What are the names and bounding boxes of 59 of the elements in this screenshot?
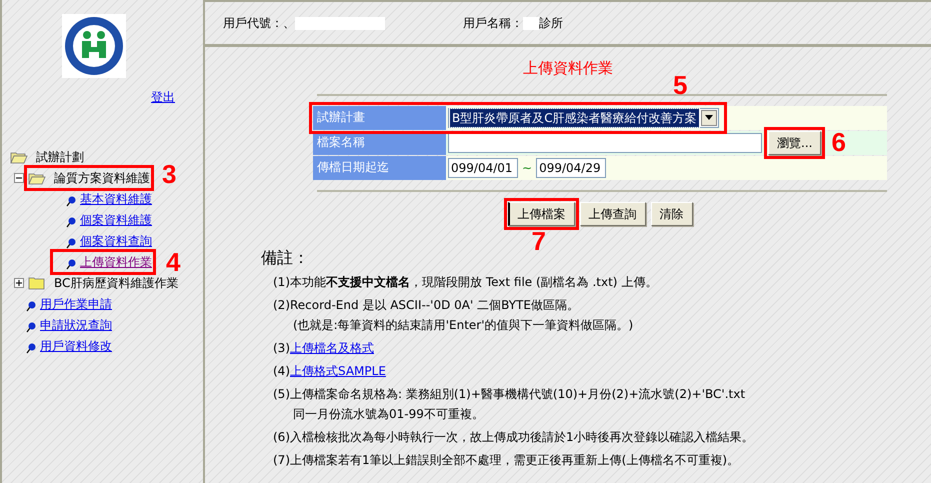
callout-number: 3 (162, 160, 176, 186)
tree-link[interactable]: 用戶資料修改 (40, 336, 112, 354)
note-text: (也就是:每筆資料的結束請用'Enter'的值與下一筆資料做區隔。) (292, 316, 634, 334)
tree-folder-label[interactable]: BC肝病歷資料維護作業 (54, 274, 178, 292)
note-text: (5)上傳檔案命名規格為: 業務組別(1)+醫事機構代號(10)+月份(2)+流水號(2)+'BC'.txt (273, 386, 746, 402)
tree-folder-label[interactable]: 試辦計劃 (36, 148, 84, 166)
pin-icon (66, 194, 76, 206)
plan-dropdown[interactable]: B型肝炎帶原者及C肝感染者醫療給付改善方案 (448, 108, 719, 128)
note-number: (3) (273, 340, 290, 356)
notes-title: 備註： (261, 246, 310, 268)
logo-icon (62, 14, 126, 78)
date-separator: ~ (522, 160, 532, 176)
pin-icon (26, 300, 36, 312)
tree-link[interactable]: 用戶作業申請 (40, 294, 112, 312)
note-text: (2)Record-End 是以 ASCII--'0D 0A' 二個BYTE做區隔。 (273, 296, 580, 314)
note-link[interactable]: 上傳檔名及格式 (290, 338, 374, 358)
action-button[interactable]: 上傳檔案 (508, 202, 574, 226)
browse-button[interactable]: 瀏覽... (768, 130, 822, 154)
page-title: 上傳資料作業 (522, 58, 614, 79)
end-date-field[interactable]: 099/04/29 (536, 158, 606, 178)
expand-icon[interactable] (14, 278, 24, 288)
folder-icon (28, 170, 46, 184)
note-text: (1)本功能不支援中文檔名，現階段開放 Text file (副檔名為 .txt) 上傳。 (273, 274, 658, 290)
start-date-field[interactable]: 099/04/01 (448, 158, 518, 178)
file-path-field[interactable] (448, 132, 762, 152)
dropdown-arrow-icon (704, 115, 713, 120)
tree-folder-label[interactable]: 論質方案資料維護 (54, 168, 150, 186)
tree-link[interactable]: 基本資料維護 (80, 190, 152, 208)
pin-icon (66, 258, 76, 270)
redaction-mark (523, 16, 539, 30)
folder-icon (28, 276, 46, 290)
tree-link[interactable]: 個案資料查詢 (80, 232, 152, 250)
note-text: 同一月份流水號為01-99不可重複。 (292, 406, 485, 422)
user-id-value: 、 (283, 15, 295, 32)
field-label: 傳檔日期起迄 (313, 156, 446, 180)
callout-number: 7 (532, 228, 546, 254)
tree-link[interactable]: 個案資料維護 (80, 210, 152, 228)
callout-number: 5 (673, 72, 688, 98)
user-name-label: 用戶名稱： (463, 15, 523, 32)
note-link[interactable]: 上傳格式SAMPLE (290, 360, 386, 380)
tree-link[interactable]: 上傳資料作業 (80, 252, 152, 270)
callout-number: 6 (831, 128, 846, 154)
note-number: (4) (273, 362, 290, 380)
pin-icon (26, 342, 36, 354)
logout-link[interactable]: 登出 (151, 88, 175, 106)
callout-frame (764, 126, 826, 158)
collapse-icon[interactable] (14, 172, 24, 182)
field-label: 試辦計畫 (313, 106, 446, 130)
pin-icon (66, 236, 76, 248)
user-id-label: 用戶代號： (223, 15, 283, 32)
note-text: (6)入檔檢核批次為每小時執行一次，故上傳成功後請於1小時後再次登錄以確認入檔結果。 (273, 428, 755, 446)
note-text: (7)上傳檔案若有1筆以上錯誤則全部不處理，需更正後再重新上傳(上傳檔名不可重複)。 (273, 452, 740, 468)
action-button[interactable]: 上傳查詢 (580, 202, 646, 226)
pin-icon (66, 216, 76, 228)
callout-number: 4 (166, 248, 180, 274)
pin-icon (26, 320, 36, 332)
action-button[interactable]: 清除 (650, 202, 692, 226)
user-name-value: 診所 (539, 15, 563, 32)
tree-link[interactable]: 申請狀況查詢 (40, 316, 112, 334)
